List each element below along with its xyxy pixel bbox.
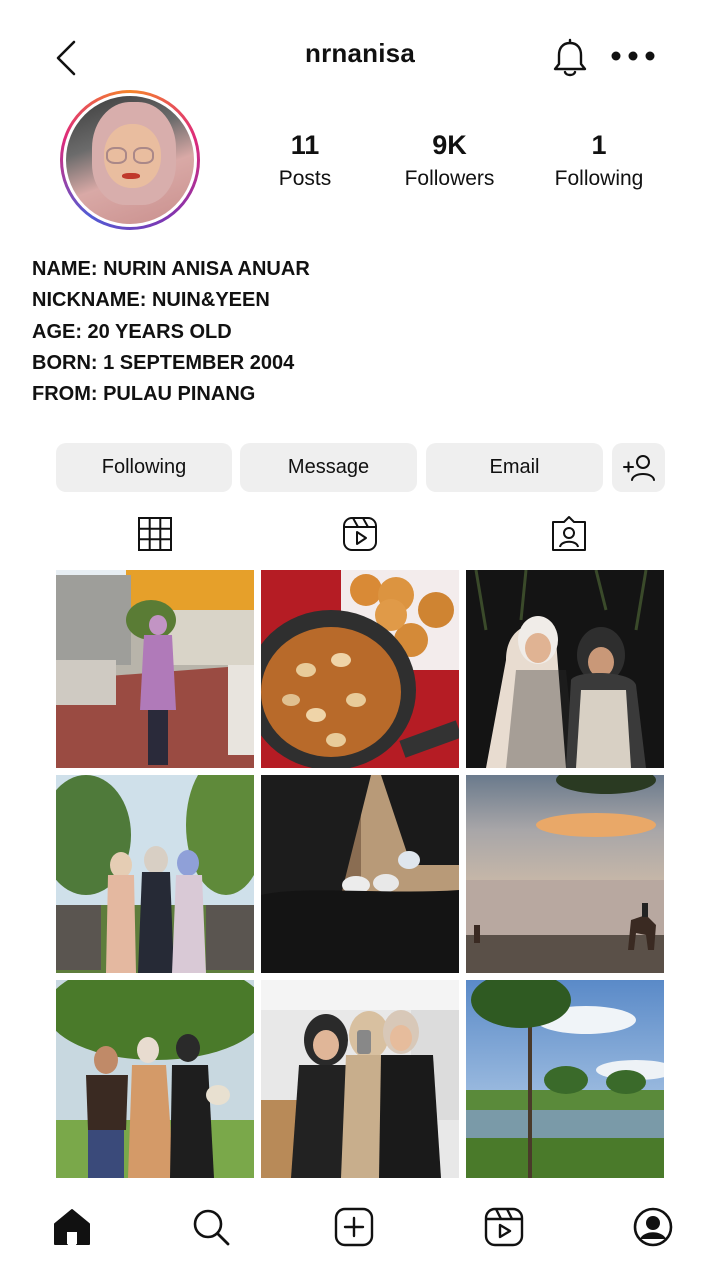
message-button[interactable]: Message bbox=[240, 443, 417, 492]
following-button[interactable]: Following bbox=[56, 443, 232, 492]
reels-tab-icon[interactable] bbox=[341, 515, 379, 553]
posts-count-label: Posts bbox=[278, 167, 332, 190]
followers-count[interactable]: 9K Followers bbox=[392, 130, 507, 191]
suggest-people-button[interactable] bbox=[612, 443, 665, 492]
profile-icon[interactable] bbox=[632, 1206, 674, 1248]
search-icon[interactable] bbox=[190, 1206, 232, 1248]
more-options-icon[interactable] bbox=[608, 44, 658, 68]
grid-icon[interactable] bbox=[136, 515, 174, 553]
following-count[interactable]: 1 Following bbox=[540, 130, 658, 191]
profile-avatar[interactable] bbox=[60, 90, 200, 230]
post-two-friends-night[interactable] bbox=[466, 570, 664, 768]
bio-line-nickname: NICKNAME: NUIN&YEEN bbox=[32, 289, 270, 312]
post-food-clams-pan[interactable] bbox=[261, 570, 459, 768]
email-button[interactable]: Email bbox=[426, 443, 603, 492]
following-count-label: Following bbox=[554, 167, 644, 190]
post-lake-tree-park[interactable] bbox=[466, 980, 664, 1178]
post-group-park[interactable] bbox=[56, 980, 254, 1178]
tagged-icon[interactable] bbox=[550, 515, 588, 553]
posts-count[interactable]: 11 Posts bbox=[265, 130, 345, 191]
bio-line-age: AGE: 20 YEARS OLD bbox=[32, 320, 232, 343]
posts-count-value: 11 bbox=[290, 130, 320, 160]
followers-count-label: Followers bbox=[404, 167, 495, 190]
bio-line-born: BORN: 1 SEPTEMBER 2004 bbox=[32, 351, 295, 374]
followers-count-value: 9K bbox=[432, 130, 467, 160]
post-three-friends-selfie[interactable] bbox=[261, 980, 459, 1178]
bio-line-name: NAME: NURIN ANISA ANUAR bbox=[32, 258, 310, 280]
add-person-icon bbox=[622, 454, 655, 481]
reels-icon[interactable] bbox=[483, 1206, 525, 1248]
bio-line-from: FROM: PULAU PINANG bbox=[32, 383, 256, 406]
notification-bell-icon[interactable] bbox=[550, 38, 590, 80]
post-sunset-beach-horse[interactable] bbox=[466, 775, 664, 973]
post-shoes-floor[interactable] bbox=[261, 775, 459, 973]
post-three-friends-garden[interactable] bbox=[56, 775, 254, 973]
create-post-icon[interactable] bbox=[333, 1206, 375, 1248]
bottom-navigation bbox=[0, 1192, 720, 1280]
profile-bio: NAME: NURIN ANISA ANUAR NICKNAME: NUIN&Y… bbox=[32, 254, 310, 410]
home-icon[interactable] bbox=[51, 1206, 93, 1248]
post-woman-purple-dress[interactable] bbox=[56, 570, 254, 768]
following-count-value: 1 bbox=[591, 130, 607, 160]
